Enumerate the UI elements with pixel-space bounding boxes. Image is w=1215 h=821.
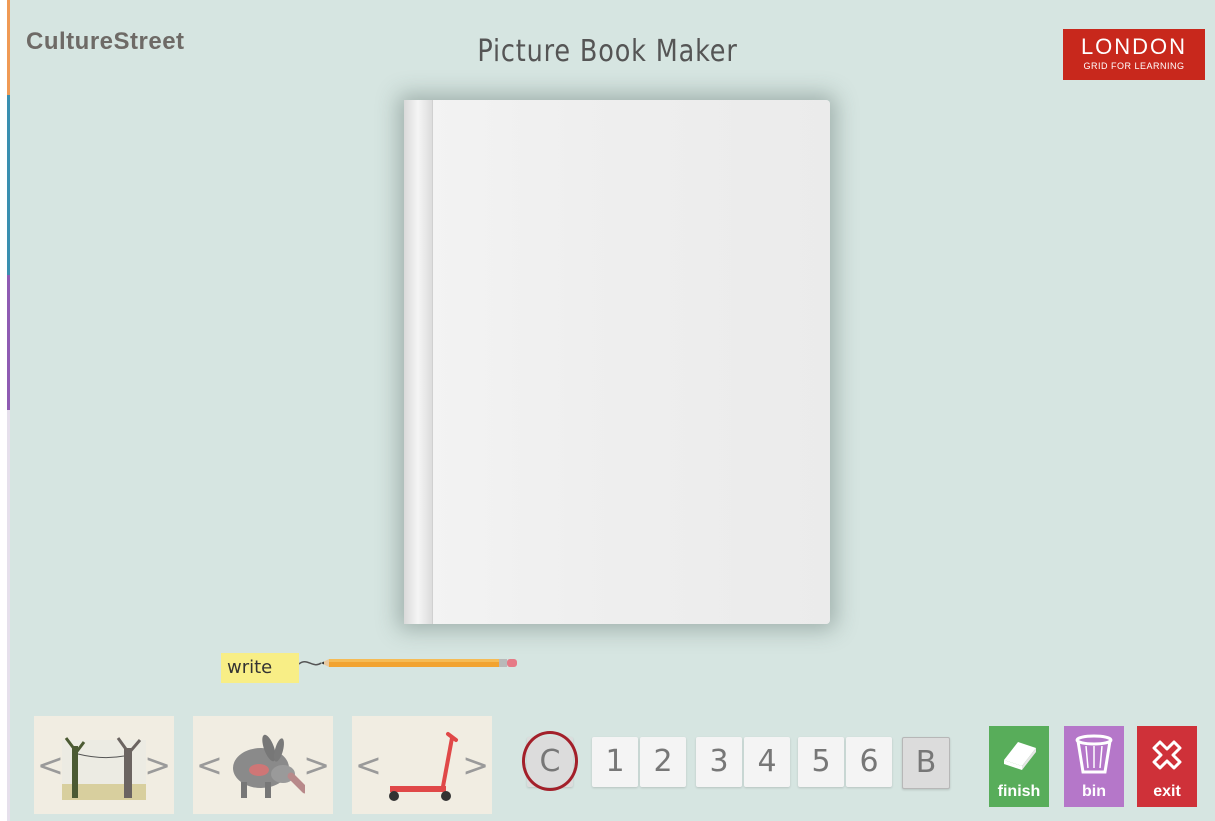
pencil-icon bbox=[299, 659, 517, 667]
chevron-left-icon[interactable]: < bbox=[355, 746, 382, 784]
chevron-left-icon[interactable]: < bbox=[37, 746, 64, 784]
left-edge-strip bbox=[0, 0, 10, 821]
finish-label: finish bbox=[997, 783, 1041, 800]
background-carousel: < > bbox=[34, 716, 174, 814]
exit-label: exit bbox=[1153, 783, 1181, 800]
trees-and-swing-icon[interactable] bbox=[62, 726, 146, 804]
bin-button[interactable]: bin bbox=[1064, 726, 1124, 807]
page-title: Picture Book Maker bbox=[477, 34, 738, 69]
chevron-right-icon[interactable]: > bbox=[303, 746, 330, 784]
bin-label: bin bbox=[1082, 783, 1106, 800]
wastebasket-icon bbox=[1075, 734, 1113, 774]
write-label: write bbox=[221, 653, 299, 683]
red-scooter-icon[interactable] bbox=[380, 726, 464, 804]
page-tab-3[interactable]: 3 bbox=[696, 737, 742, 787]
finish-button[interactable]: finish bbox=[989, 726, 1049, 807]
chevron-left-icon[interactable]: < bbox=[196, 746, 223, 784]
object-carousel: < > bbox=[352, 716, 492, 814]
page-tab-2[interactable]: 2 bbox=[640, 737, 686, 787]
write-tool[interactable]: write bbox=[221, 650, 521, 686]
aardvark-icon[interactable] bbox=[221, 726, 305, 804]
logo-line-1: LONDON bbox=[1080, 34, 1188, 59]
page-tab-cover[interactable]: C bbox=[527, 737, 573, 787]
page-tab-5[interactable]: 5 bbox=[798, 737, 844, 787]
book-icon bbox=[1004, 742, 1036, 770]
page-tab-4[interactable]: 4 bbox=[744, 737, 790, 787]
chevron-right-icon[interactable]: > bbox=[144, 746, 171, 784]
chevron-right-icon[interactable]: > bbox=[462, 746, 489, 784]
close-icon bbox=[1152, 740, 1182, 770]
logo-line-2: GRID FOR LEARNING bbox=[1083, 61, 1185, 71]
book-cover-canvas[interactable] bbox=[404, 100, 830, 624]
page-tab-1[interactable]: 1 bbox=[592, 737, 638, 787]
page-tab-6[interactable]: 6 bbox=[846, 737, 892, 787]
page-tab-back[interactable]: B bbox=[902, 737, 950, 789]
book-spine bbox=[404, 100, 433, 624]
exit-button[interactable]: exit bbox=[1137, 726, 1197, 807]
character-carousel: < > bbox=[193, 716, 333, 814]
lgfl-logo[interactable]: LONDON GRID FOR LEARNING bbox=[1063, 29, 1205, 80]
